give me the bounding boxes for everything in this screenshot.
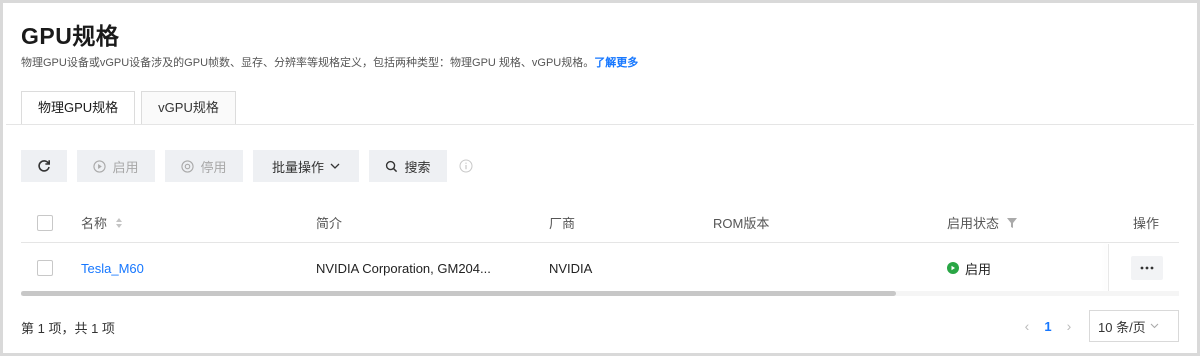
prev-page-icon[interactable]: ‹: [1017, 318, 1037, 334]
batch-operation-dropdown[interactable]: 批量操作: [253, 150, 359, 182]
page-description: 物理GPU设备或vGPU设备涉及的GPU帧数、显存、分辨率等规格定义，包括两种类…: [21, 54, 638, 70]
fixed-column-divider: [1108, 244, 1109, 292]
page-frame: GPU规格 物理GPU设备或vGPU设备涉及的GPU帧数、显存、分辨率等规格定义…: [0, 0, 1200, 356]
column-vendor: 厂商: [549, 216, 576, 231]
stop-circle-icon: [181, 159, 195, 173]
row-name-cell: Tesla_M60: [81, 244, 144, 292]
enable-button[interactable]: 启用: [77, 150, 155, 182]
next-page-icon[interactable]: ›: [1059, 318, 1079, 334]
table-row: Tesla_M60 NVIDIA Corporation, GM204... N…: [21, 244, 1179, 292]
scrollbar-thumb[interactable]: [21, 291, 896, 296]
table-header: 名称 简介 厂商 ROM版本 启用状态 操作: [21, 203, 1179, 243]
play-circle-icon: [93, 159, 107, 173]
disable-label: 停用: [200, 159, 227, 175]
tab-vgpu-spec[interactable]: vGPU规格: [141, 91, 236, 125]
chevron-down-icon: [1150, 321, 1159, 332]
info-icon[interactable]: [459, 150, 473, 182]
horizontal-scrollbar[interactable]: [21, 291, 1179, 296]
page-number[interactable]: 1: [1041, 319, 1055, 334]
column-actions: 操作: [1133, 216, 1160, 231]
toolbar: 启用 停用 批量操作 搜索: [21, 150, 473, 182]
search-icon: [385, 160, 398, 173]
chevron-down-icon: [330, 162, 340, 170]
column-name[interactable]: 名称: [81, 203, 123, 242]
row-checkbox-cell: [37, 244, 53, 292]
refresh-icon: [37, 159, 51, 173]
search-label: 搜索: [404, 159, 431, 175]
more-actions-button[interactable]: [1131, 256, 1163, 280]
header-checkbox-cell: [37, 203, 53, 242]
tab-physical-gpu-spec[interactable]: 物理GPU规格: [21, 91, 136, 125]
row-checkbox[interactable]: [37, 260, 53, 276]
sort-icon[interactable]: [115, 217, 123, 229]
select-all-checkbox[interactable]: [37, 214, 53, 231]
pagination-summary: 第 1 项，共 1 项: [21, 321, 115, 336]
row-description: NVIDIA Corporation, GM204...: [316, 260, 491, 276]
disable-button[interactable]: 停用: [165, 150, 243, 182]
gpu-name-link[interactable]: Tesla_M60: [81, 261, 144, 276]
tabs-divider: [6, 124, 1194, 125]
column-name-label: 名称: [81, 216, 108, 231]
row-vendor: NVIDIA: [549, 260, 593, 276]
tab-bar: 物理GPU规格 vGPU规格: [21, 91, 242, 125]
column-status-label: 启用状态: [947, 216, 1000, 231]
page-size-label: 10 条/页: [1098, 319, 1146, 335]
column-rom-version: ROM版本: [713, 216, 770, 231]
description-text: 物理GPU设备或vGPU设备涉及的GPU帧数、显存、分辨率等规格定义，包括两种类…: [21, 57, 595, 69]
search-button[interactable]: 搜索: [369, 150, 447, 182]
enable-label: 启用: [112, 159, 139, 175]
page-size-select[interactable]: 10 条/页: [1089, 310, 1179, 342]
refresh-button[interactable]: [21, 150, 67, 182]
status-label: 启用: [965, 261, 992, 277]
page-title: GPU规格: [21, 23, 120, 49]
pagination: ‹ 1 › 10 条/页: [1017, 310, 1179, 342]
row-actions-cell: [1131, 244, 1163, 292]
column-description: 简介: [316, 216, 343, 231]
filter-icon[interactable]: [1007, 217, 1018, 229]
batch-label: 批量操作: [271, 159, 324, 175]
status-enabled-icon: [947, 262, 959, 274]
row-status: 启用: [947, 244, 991, 292]
learn-more-link[interactable]: 了解更多: [594, 57, 638, 69]
more-icon: [1140, 266, 1154, 270]
column-status: 启用状态: [947, 203, 1018, 242]
